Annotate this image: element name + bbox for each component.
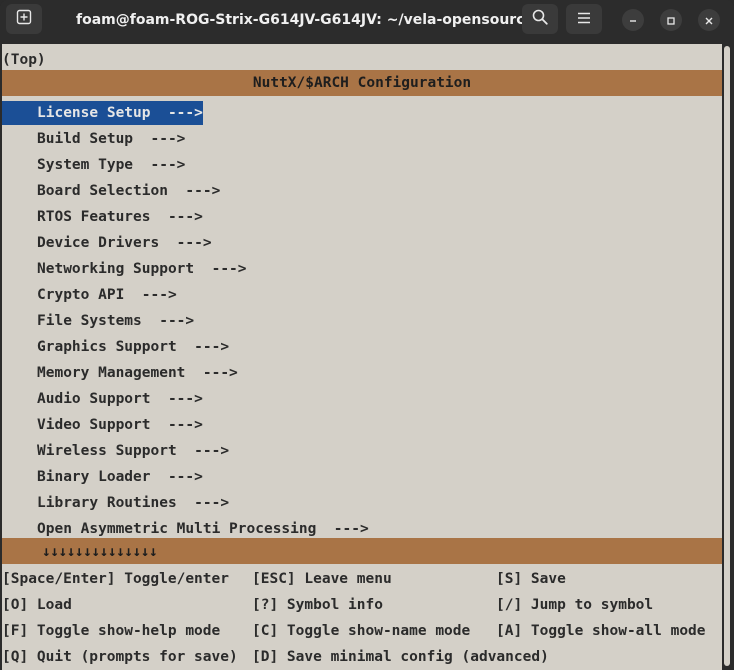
menu-item[interactable]: License Setup --->	[2, 101, 203, 125]
help-hint: [O] Load	[2, 597, 72, 613]
menu-item[interactable]: Device Drivers --->	[37, 231, 212, 255]
help-hint: [D] Save minimal config (advanced)	[252, 649, 549, 665]
menu-item[interactable]: File Systems --->	[37, 309, 194, 333]
terminal-window: foam@foam-ROG-Strix-G614JV-G614JV: ~/vel…	[0, 0, 734, 670]
help-hint: [?] Symbol info	[252, 597, 383, 613]
menu-item[interactable]: Wireless Support --->	[37, 439, 229, 463]
menu-item[interactable]: Memory Management --->	[37, 361, 238, 385]
help-hint: [Space/Enter] Toggle/enter	[2, 571, 229, 587]
menu-item[interactable]: Build Setup --->	[37, 127, 185, 151]
close-icon	[704, 11, 714, 30]
menu-item[interactable]: Graphics Support --->	[37, 335, 229, 359]
menu-item[interactable]: Audio Support --->	[37, 387, 203, 411]
help-hint: [ESC] Leave menu	[252, 571, 392, 587]
hamburger-menu-icon	[576, 10, 592, 29]
help-hint: [S] Save	[496, 571, 566, 587]
close-button[interactable]	[698, 9, 720, 31]
config-header: NuttX/$ARCH Configuration	[2, 70, 722, 96]
menu-footer-bar: ↓↓↓↓↓↓↓↓↓↓↓↓↓↓	[2, 538, 722, 564]
maximize-button[interactable]	[660, 9, 682, 31]
menu-item[interactable]: Library Routines --->	[37, 491, 229, 515]
maximize-icon	[666, 11, 676, 30]
terminal-content[interactable]: (Top) NuttX/$ARCH Configuration License …	[2, 44, 722, 670]
new-tab-icon	[16, 9, 32, 29]
help-hint: [Q] Quit (prompts for save)	[2, 649, 238, 665]
scrollbar[interactable]	[724, 44, 732, 670]
menu-item[interactable]: Networking Support --->	[37, 257, 247, 281]
menu-item[interactable]: Video Support --->	[37, 413, 203, 437]
help-hint: [F] Toggle show-help mode	[2, 623, 221, 639]
help-hint: [/] Jump to symbol	[496, 597, 654, 613]
more-items-indicator: ↓↓↓↓↓↓↓↓↓↓↓↓↓↓	[42, 544, 158, 560]
menu-button[interactable]	[566, 4, 602, 34]
minimize-icon	[628, 11, 638, 30]
window-title: foam@foam-ROG-Strix-G614JV-G614JV: ~/vel…	[76, 12, 534, 28]
minimize-button[interactable]	[622, 9, 644, 31]
new-tab-button[interactable]	[6, 4, 42, 34]
search-button[interactable]	[522, 4, 558, 34]
scrollbar-thumb[interactable]	[724, 46, 730, 666]
menu-item[interactable]: Binary Loader --->	[37, 465, 203, 489]
menu-item[interactable]: RTOS Features --->	[37, 205, 203, 229]
title-bar: foam@foam-ROG-Strix-G614JV-G614JV: ~/vel…	[0, 0, 734, 40]
menu-item[interactable]: Board Selection --->	[37, 179, 220, 203]
help-hint: [A] Toggle show-all mode	[496, 623, 706, 639]
help-hint: [C] Toggle show-name mode	[252, 623, 471, 639]
menu-item[interactable]: System Type --->	[37, 153, 185, 177]
search-icon	[531, 8, 549, 30]
menu-item[interactable]: Crypto API --->	[37, 283, 177, 307]
